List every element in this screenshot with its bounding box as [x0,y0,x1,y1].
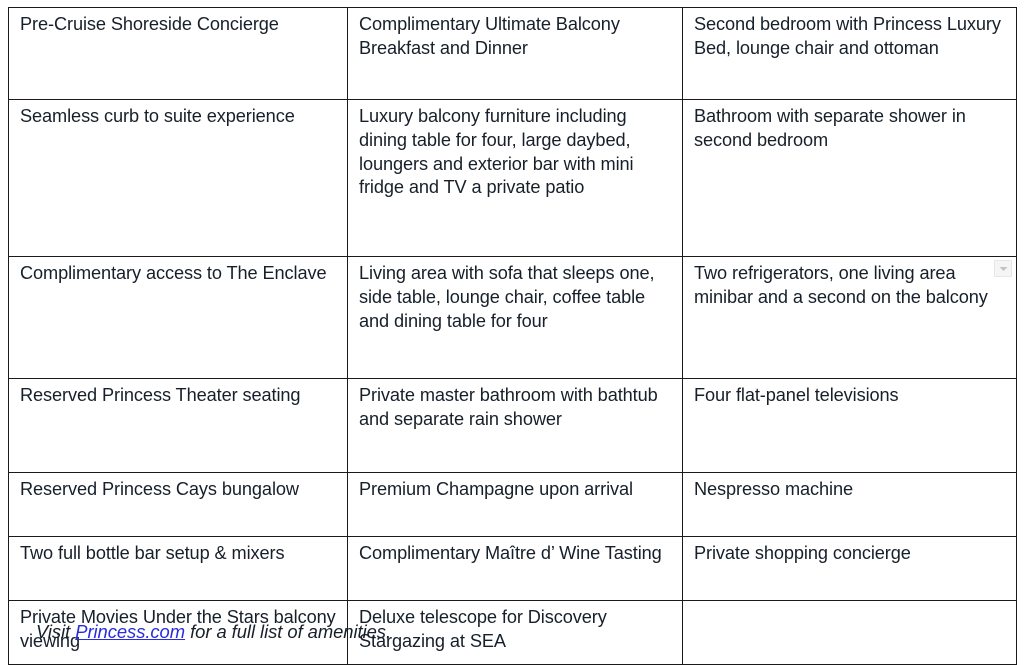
cell-text: Private master bathroom with bathtub and… [359,385,658,429]
table-cell-r2c1: Seamless curb to suite experience [8,99,348,257]
cell-text: Complimentary Maître d’ Wine Tasting [359,543,662,563]
cell-text: Living area with sofa that sleeps one, s… [359,263,655,331]
footer-note: Visit Princess.com for a full list of am… [8,620,1016,644]
chevron-down-icon[interactable] [994,260,1012,277]
cell-text: Reserved Princess Cays bungalow [20,479,299,499]
cell-text: Luxury balcony furniture including dinin… [359,106,634,198]
table-cell-r4c2: Private master bathroom with bathtub and… [347,378,683,473]
cell-text: Private shopping concierge [694,543,911,563]
table-cell-r2c3: Bathroom with separate shower in second … [682,99,1017,257]
cell-text: Seamless curb to suite experience [20,106,295,126]
table-row: Seamless curb to suite experience Luxury… [8,99,1017,257]
table-row: Two full bottle bar setup & mixers Compl… [8,536,1017,601]
cell-text: Four flat-panel televisions [694,385,899,405]
table-cell-r1c3: Second bedroom with Princess Luxury Bed,… [682,7,1017,100]
table-row: Reserved Princess Cays bungalow Premium … [8,472,1017,537]
cell-text: Complimentary Ultimate Balcony Breakfast… [359,14,620,58]
princess-com-link[interactable]: Princess.com [75,621,185,642]
table-cell-r6c3: Private shopping concierge [682,536,1017,601]
cell-text: Two refrigerators, one living area minib… [694,263,988,307]
table-cell-r5c2: Premium Champagne upon arrival [347,472,683,537]
table-cell-r1c2: Complimentary Ultimate Balcony Breakfast… [347,7,683,100]
table-row: Complimentary access to The Enclave Livi… [8,256,1017,379]
cell-text: Complimentary access to The Enclave [20,263,327,283]
cell-text: Bathroom with separate shower in second … [694,106,966,150]
table-cell-r3c1: Complimentary access to The Enclave [8,256,348,379]
table-cell-r1c1: Pre-Cruise Shoreside Concierge [8,7,348,100]
cell-text: Pre-Cruise Shoreside Concierge [20,14,279,34]
table-cell-r6c1: Two full bottle bar setup & mixers [8,536,348,601]
footer-tail-text: for a full list of amenities. [185,621,392,642]
footer-lead-text: Visit [36,621,76,642]
amenities-table: Pre-Cruise Shoreside Concierge Complimen… [8,7,1017,665]
table-cell-r5c3: Nespresso machine [682,472,1017,537]
table-cell-r3c2: Living area with sofa that sleeps one, s… [347,256,683,379]
table-cell-r2c2: Luxury balcony furniture including dinin… [347,99,683,257]
table-cell-r6c2: Complimentary Maître d’ Wine Tasting [347,536,683,601]
table-cell-r5c1: Reserved Princess Cays bungalow [8,472,348,537]
table-cell-r4c3: Four flat-panel televisions [682,378,1017,473]
cell-text: Reserved Princess Theater seating [20,385,301,405]
cell-text: Premium Champagne upon arrival [359,479,633,499]
table-cell-r3c3: Two refrigerators, one living area minib… [682,256,1017,379]
document-page: Pre-Cruise Shoreside Concierge Complimen… [0,0,1024,665]
cell-text: Nespresso machine [694,479,854,499]
cell-text: Second bedroom with Princess Luxury Bed,… [694,14,1001,58]
table-row: Pre-Cruise Shoreside Concierge Complimen… [8,7,1017,100]
table-row: Reserved Princess Theater seating Privat… [8,378,1017,473]
table-cell-r4c1: Reserved Princess Theater seating [8,378,348,473]
cell-text: Two full bottle bar setup & mixers [20,543,285,563]
